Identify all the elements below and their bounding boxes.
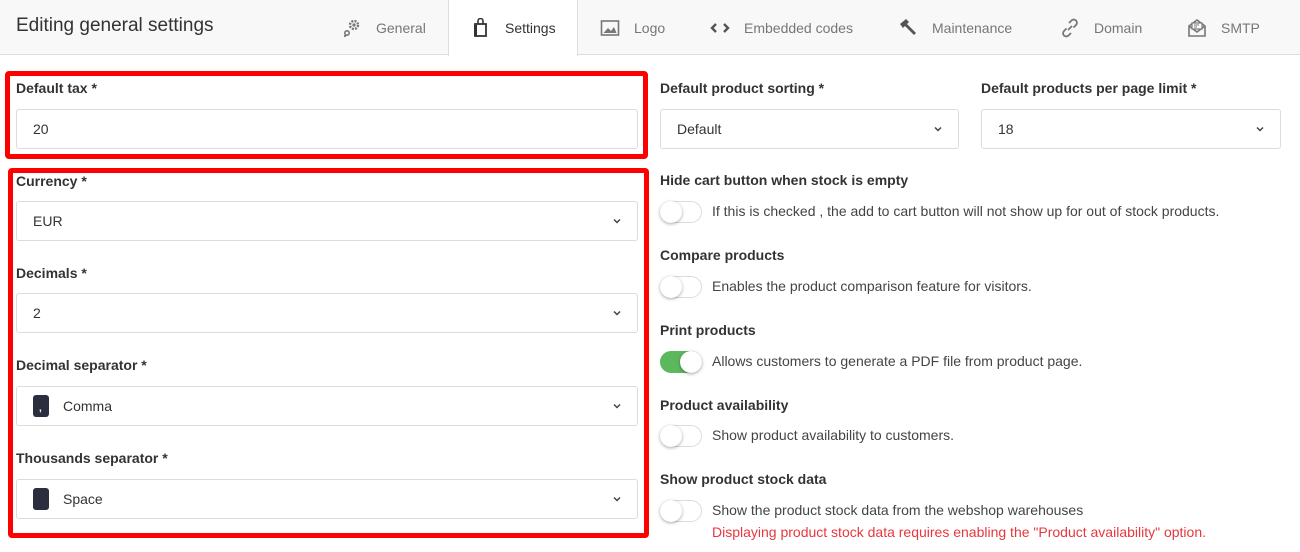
tab-settings-label: Settings <box>505 20 556 36</box>
toggle-knob <box>660 276 682 298</box>
tab-logo-label: Logo <box>634 19 666 36</box>
hammer-icon <box>898 18 918 38</box>
tab-general[interactable]: General <box>342 0 426 55</box>
per-page-limit-label: Default products per page limit * <box>981 80 1197 96</box>
compare-products-toggle[interactable] <box>660 276 702 298</box>
header-bar: Editing general settings General Setting… <box>0 0 1300 56</box>
hide-cart-label: Hide cart button when stock is empty <box>660 172 909 188</box>
chevron-down-icon <box>934 126 942 132</box>
print-products-description: Allows customers to generate a PDF file … <box>712 353 1083 369</box>
print-products-label: Print products <box>660 322 756 338</box>
hide-cart-description: If this is checked , the add to cart but… <box>712 203 1220 219</box>
stock-data-warning: Displaying product stock data requires e… <box>712 524 1206 540</box>
product-availability-description: Show product availability to customers. <box>712 427 954 443</box>
tab-domain[interactable]: Domain <box>1060 0 1142 55</box>
compare-products-description: Enables the product comparison feature f… <box>712 278 1032 294</box>
product-sorting-value: Default <box>677 121 722 137</box>
toggle-knob <box>680 351 702 373</box>
hide-cart-toggle[interactable] <box>660 201 702 223</box>
toggle-knob <box>660 201 682 223</box>
tab-smtp-label: SMTP <box>1221 19 1260 36</box>
stock-data-description: Show the product stock data from the web… <box>712 502 1084 518</box>
image-icon <box>600 18 620 38</box>
tab-settings[interactable]: Settings <box>448 0 578 56</box>
highlight-box-currency <box>8 168 649 538</box>
chevron-down-icon <box>1256 126 1264 132</box>
tab-embedded-codes[interactable]: Embedded codes <box>710 0 853 55</box>
product-sorting-select[interactable]: Default <box>660 109 959 149</box>
envelope-open-icon <box>1187 18 1207 38</box>
link-icon <box>1060 18 1080 38</box>
tab-maintenance[interactable]: Maintenance <box>898 0 1012 55</box>
toggle-knob <box>660 500 682 522</box>
compare-products-label: Compare products <box>660 247 785 263</box>
tab-general-label: General <box>376 19 426 36</box>
code-icon <box>710 18 730 38</box>
toggle-knob <box>660 425 682 447</box>
per-page-limit-value: 18 <box>998 121 1014 137</box>
stock-data-label: Show product stock data <box>660 471 827 487</box>
print-products-toggle[interactable] <box>660 351 702 373</box>
tab-domain-label: Domain <box>1094 19 1143 36</box>
shopping-bag-icon <box>471 18 491 38</box>
tab-embedded-codes-label: Embedded codes <box>744 19 853 36</box>
product-sorting-label: Default product sorting * <box>660 80 825 96</box>
highlight-box-tax <box>5 71 648 159</box>
gears-icon <box>342 18 362 38</box>
per-page-limit-select[interactable]: 18 <box>981 109 1281 149</box>
tab-smtp[interactable]: SMTP <box>1187 0 1260 55</box>
product-availability-label: Product availability <box>660 397 789 413</box>
product-availability-toggle[interactable] <box>660 425 702 447</box>
stock-data-toggle[interactable] <box>660 500 702 522</box>
tab-logo[interactable]: Logo <box>600 0 665 55</box>
tab-maintenance-label: Maintenance <box>932 19 1013 36</box>
page-title: Editing general settings <box>16 15 214 36</box>
